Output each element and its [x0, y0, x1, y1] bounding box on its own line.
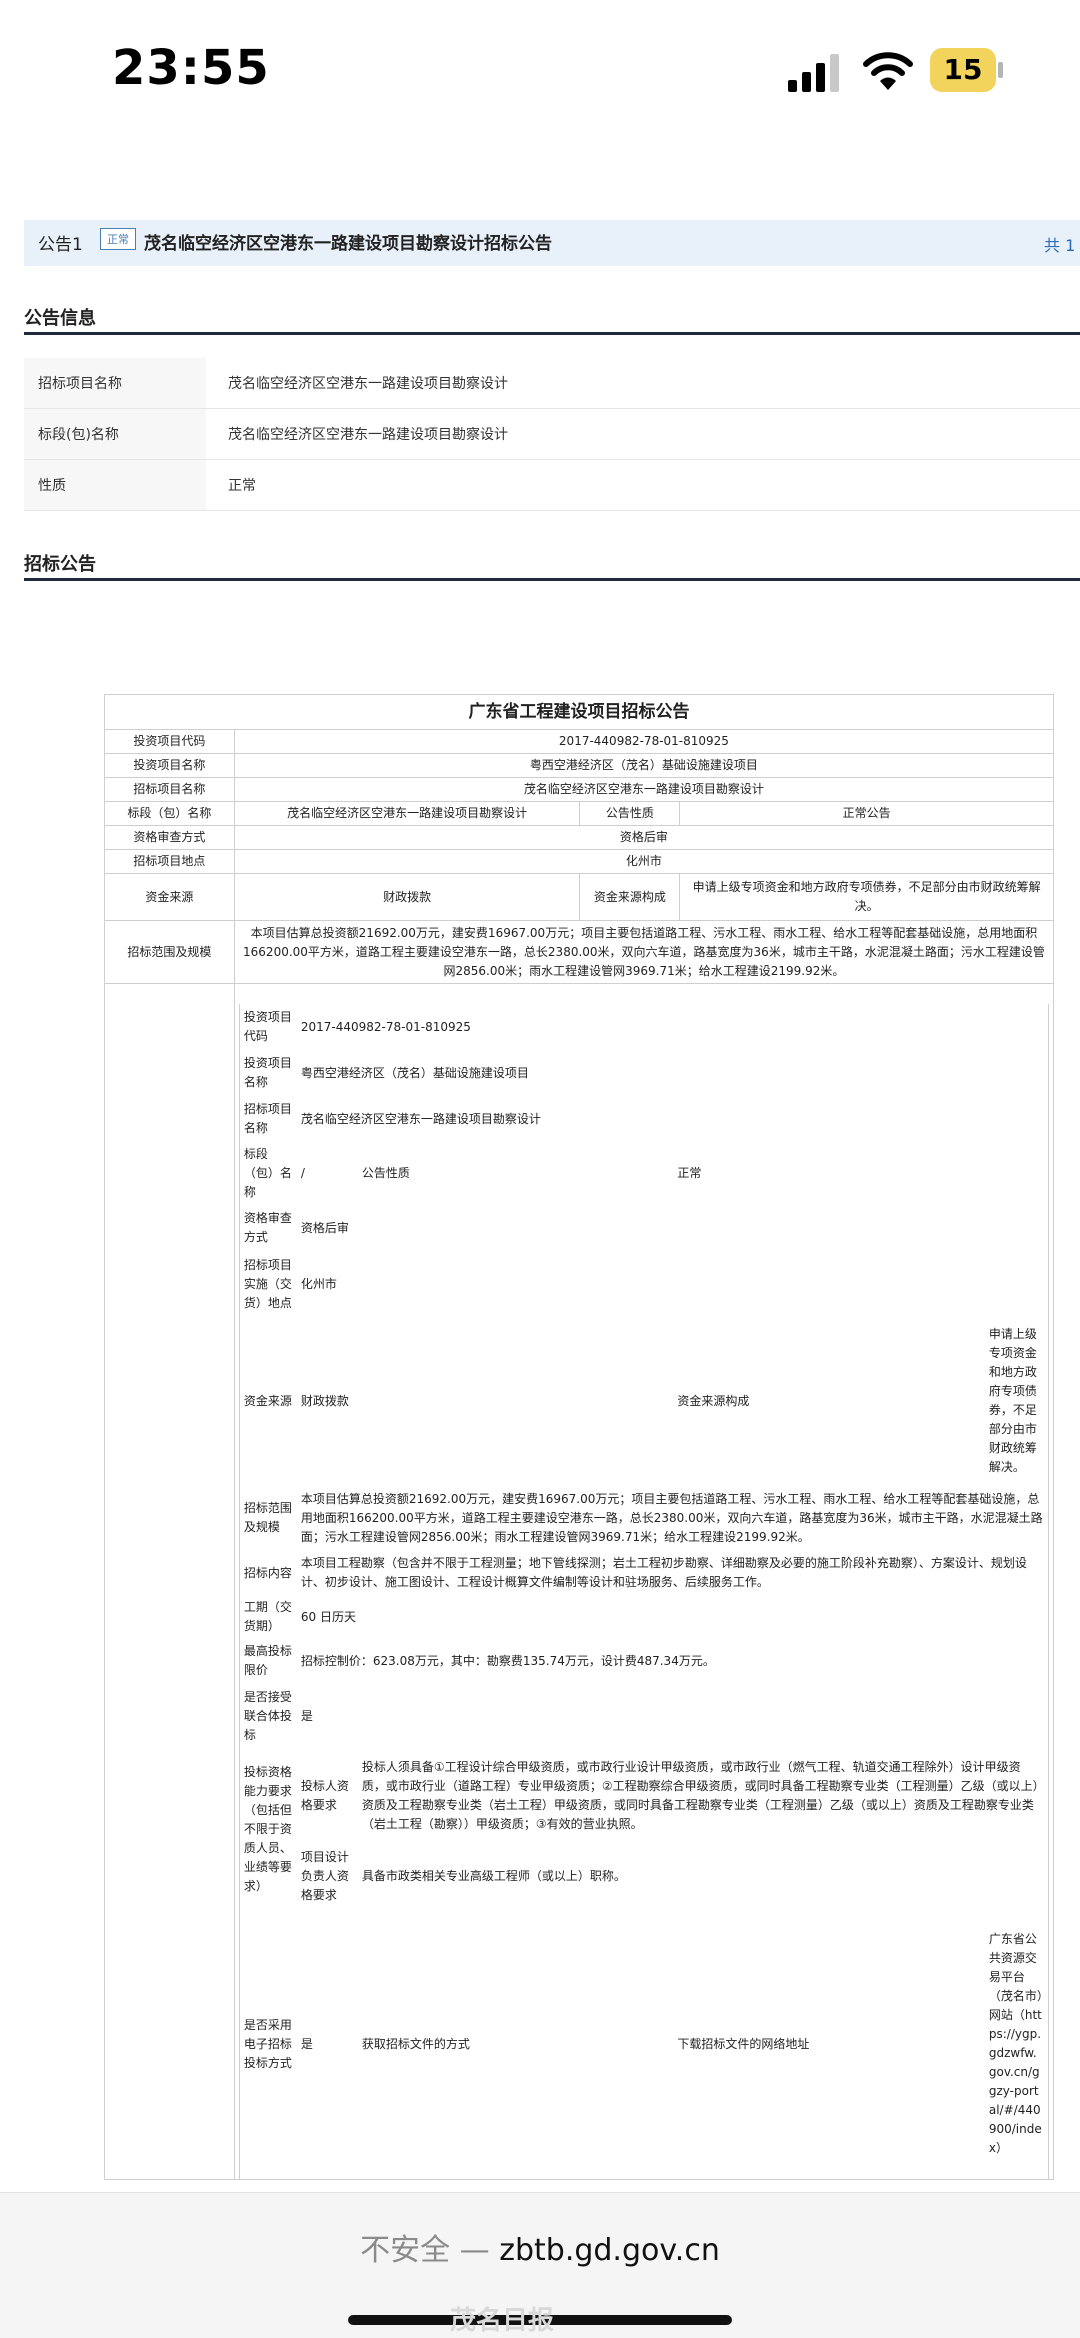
field-value: 申请上级专项资金和地方政府专项债券，不足部分由市财政统筹解决。	[679, 873, 1054, 921]
field-value: 化州市	[233, 849, 1055, 874]
section-title-tender: 招标公告	[24, 554, 96, 575]
field-value: 化州市	[300, 1276, 337, 1291]
field-value: 招标控制价：623.08万元，其中：勘察费135.74万元，设计费487.34万…	[300, 1653, 715, 1668]
field-value: 本项目估算总投资额21692.00万元，建安费16967.00万元；项目主要包括…	[233, 920, 1055, 984]
field-value: 粤西空港经济区（茂名）基础设施建设项目	[233, 753, 1055, 778]
section-title-info: 公告信息	[24, 308, 96, 329]
field-label: 招标项目名称	[104, 777, 235, 802]
field-label: 资金来源构成	[677, 1393, 750, 1408]
info-value: 茂名临空经济区空港东一路建设项目勘察设计	[206, 358, 1080, 409]
field-label: 投资项目代码	[243, 1010, 292, 1043]
field-value: 申请上级专项资金和地方政府专项债券，不足部分由市财政统筹解决。	[988, 1327, 1037, 1474]
cellular-signal-icon	[788, 54, 839, 92]
field-label: 招标范围及规模	[104, 920, 235, 984]
info-value: 茂名临空经济区空港东一路建设项目勘察设计	[206, 408, 1080, 460]
field-label: 资金来源	[104, 873, 235, 921]
field-value: 2017-440982-78-01-810925	[233, 729, 1055, 754]
table-row: 招标项目名称 茂名临空经济区空港东一路建设项目勘察设计	[24, 358, 1080, 409]
embedded-detail-table: 投资项目代码 2017-440982-78-01-810925 投资项目名称 粤…	[238, 1004, 1049, 2179]
table-row: 性质 正常	[24, 459, 1080, 511]
field-value: 资格后审	[300, 1220, 349, 1235]
field-value: 茂名临空经济区空港东一路建设项目勘察设计	[233, 801, 581, 826]
field-value: 财政拨款	[300, 1393, 349, 1408]
field-label: 最高投标限价	[243, 1644, 292, 1677]
field-label: 招标范围及规模	[243, 1501, 292, 1534]
field-value: 粤西空港经济区（茂名）基础设施建设项目	[300, 1065, 529, 1080]
battery-level: 15	[943, 53, 983, 86]
field-label: 投资项目名称	[243, 1056, 292, 1089]
field-label: 工期（交货期）	[243, 1600, 292, 1633]
field-value: 本项目工程勘察（包含并不限于工程测量；地下管线探测；岩土工程初步勘察、详细勘察及…	[300, 1556, 1027, 1589]
field-label: 获取招标文件的方式	[361, 2036, 470, 2051]
field-label: 资金来源构成	[579, 873, 681, 921]
url-host: zbtb.gd.gov.cn	[499, 2233, 720, 2268]
field-label: 公告性质	[361, 1166, 410, 1180]
notice-number: 公告1	[38, 235, 83, 255]
field-label: 资格审查方式	[104, 825, 235, 850]
field-label: 公告性质	[579, 801, 681, 826]
field-label: 标段（包）名称	[243, 1147, 292, 1199]
field-label: 是否采用电子招标投标方式	[243, 2017, 292, 2070]
field-value: 2017-440982-78-01-810925	[300, 1019, 471, 1034]
section-divider	[24, 578, 1080, 581]
field-label: 招标项目地点	[104, 849, 235, 874]
announcement-table: 广东省工程建设项目招标公告 投资项目代码 2017-440982-78-01-8…	[104, 694, 1055, 2180]
status-bar: 23:55 15	[0, 0, 1080, 140]
field-value: 投标人须具备①工程设计综合甲级资质，或市政行业设计甲级资质，或市政行业（燃气工程…	[361, 1760, 1039, 1831]
field-label: 是否接受联合体投标	[243, 1689, 292, 1742]
notice-count: 共 1 条	[1044, 236, 1080, 255]
field-label: 资金来源	[243, 1393, 292, 1408]
section-divider	[24, 332, 1080, 335]
notice-title[interactable]: 茂名临空经济区空港东一路建设项目勘察设计招标公告	[144, 229, 552, 254]
field-label: 项目设计负责人资格要求	[300, 1849, 349, 1902]
status-badge: 正常	[100, 228, 136, 250]
field-value: 财政拨款	[233, 873, 581, 921]
table-row: 标段(包)名称 茂名临空经济区空港东一路建设项目勘察设计	[24, 408, 1080, 460]
field-value: 是	[300, 2036, 313, 2051]
field-label: 投资项目名称	[104, 753, 235, 778]
info-key: 性质	[24, 459, 206, 511]
field-value: 60 日历天	[300, 1609, 356, 1624]
wifi-icon	[863, 52, 913, 90]
field-value: 资格后审	[233, 825, 1055, 850]
watermark: 茂名日报	[450, 2306, 555, 2336]
field-value: 本项目估算总投资额21692.00万元，建安费16967.00万元；项目主要包括…	[300, 1491, 1043, 1544]
field-label: 招标项目名称	[243, 1102, 292, 1135]
announcement-document: 广东省工程建设项目招标公告 投资项目代码 2017-440982-78-01-8…	[104, 694, 1055, 2180]
field-value: 是	[300, 1708, 313, 1723]
field-label: 投资项目代码	[104, 729, 235, 754]
info-key: 招标项目名称	[24, 358, 206, 409]
field-label: 资格审查方式	[243, 1211, 292, 1244]
document-caption: 广东省工程建设项目招标公告	[104, 694, 1054, 730]
field-value: 茂名临空经济区空港东一路建设项目勘察设计	[233, 777, 1055, 802]
field-value: 茂名临空经济区空港东一路建设项目勘察设计	[300, 1111, 541, 1126]
notice-header[interactable]: 公告1 正常 茂名临空经济区空港东一路建设项目勘察设计招标公告 共 1 条	[24, 220, 1080, 266]
insecure-label: 不安全 —	[360, 2233, 500, 2268]
field-label: 招标项目实施（交货）地点	[243, 1257, 292, 1310]
field-value: /	[300, 1166, 305, 1180]
field-value: 具备市政类相关专业高级工程师（或以上）职称。	[361, 1868, 626, 1883]
download-link[interactable]: 广东省公共资源交易平台（茂名市）网站（https://ygp.gdzwfw.go…	[985, 1909, 1048, 2179]
battery-icon: 15	[930, 48, 1006, 92]
info-table: 招标项目名称 茂名临空经济区空港东一路建设项目勘察设计 标段(包)名称 茂名临空…	[24, 358, 1080, 511]
field-label: 下载招标文件的网络地址	[677, 2036, 810, 2051]
url-field[interactable]: 不安全 — zbtb.gd.gov.cn	[0, 2225, 1080, 2269]
field-label: 投标人资格要求	[300, 1779, 349, 1812]
field-label: 投标资格能力要求（包括但不限于资质人员、业绩等要求）	[243, 1764, 292, 1893]
field-value: 正常公告	[679, 801, 1054, 826]
info-key: 标段(包)名称	[24, 408, 206, 460]
field-value: 正常	[677, 1166, 702, 1180]
status-time: 23:55	[112, 40, 270, 96]
info-value: 正常	[206, 459, 1080, 511]
field-label: 招标内容	[243, 1565, 292, 1580]
field-label: 标段（包）名称	[104, 801, 235, 826]
